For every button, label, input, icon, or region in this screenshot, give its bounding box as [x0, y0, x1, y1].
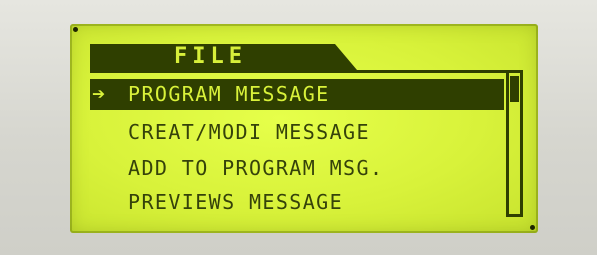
- screen-title: FILE: [174, 44, 247, 69]
- scrollbar-thumb[interactable]: [510, 76, 519, 102]
- title-underline: [90, 70, 508, 73]
- menu-item-label: PREVIEWS MESSAGE: [128, 190, 344, 214]
- corner-dot: [530, 225, 535, 230]
- title-tab-slant: [335, 44, 357, 70]
- menu-item-program-message[interactable]: ➔ PROGRAM MESSAGE: [90, 79, 504, 110]
- menu-item-previews-message[interactable]: PREVIEWS MESSAGE: [90, 187, 504, 218]
- selection-arrow-icon: ➔: [92, 82, 106, 107]
- menu-item-label: PROGRAM MESSAGE: [128, 82, 330, 106]
- menu-item-label: ADD TO PROGRAM MSG.: [128, 156, 384, 180]
- corner-dot: [73, 27, 78, 32]
- lcd-screen: FILE ➔ PROGRAM MESSAGE CREAT/MODI MESSAG…: [70, 24, 538, 233]
- menu-item-label: CREAT/MODI MESSAGE: [128, 120, 370, 144]
- menu-item-add-to-program-msg[interactable]: ADD TO PROGRAM MSG.: [90, 153, 504, 184]
- menu-item-creat-modi-message[interactable]: CREAT/MODI MESSAGE: [90, 117, 504, 148]
